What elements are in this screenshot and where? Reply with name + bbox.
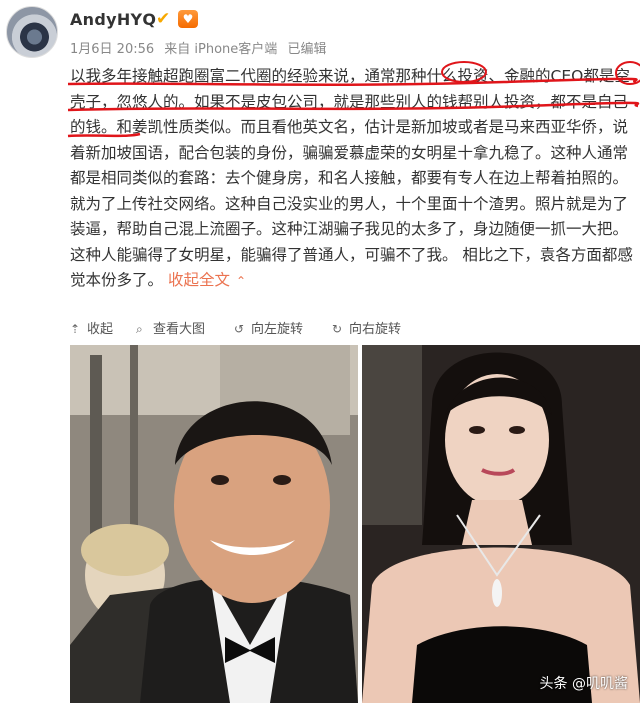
post-text: 以我多年接触超跑圈富二代圈的经验来说，通常那种什么投资、金融的CEO都是空壳子，… [70,67,633,289]
avatar[interactable] [6,6,58,58]
rotate-right-icon: ↻ [332,322,343,336]
weibo-post: AndyHYQ ✔ ♥ 1月6日 20:56 来自 iPhone客户端 已编辑 … [0,0,640,703]
fan-badge-icon[interactable]: ♥ [178,10,198,28]
collapse-button[interactable]: ⇡ 收起 [70,318,113,337]
rotate-right-button[interactable]: ↻ 向右旋转 [332,318,401,337]
chevron-up-icon: ⌃ [235,274,247,288]
collapse-up-icon: ⇡ [70,322,81,336]
username[interactable]: AndyHYQ [70,10,156,29]
watermark: 头条 @叽叽酱 [539,676,628,692]
post-meta: 1月6日 20:56 来自 iPhone客户端 已编辑 [70,38,332,57]
view-large-button[interactable]: ⌕ 查看大图 [136,318,205,337]
rotate-left-button[interactable]: ↺ 向左旋转 [234,318,303,337]
photo-woman-dress[interactable]: 头条 @叽叽酱 [362,345,640,703]
rotate-left-icon: ↺ [234,322,245,336]
post-source: 来自 iPhone客户端 [164,42,278,57]
magnify-icon: ⌕ [136,322,143,336]
post-body: 以我多年接触超跑圈富二代圈的经验来说，通常那种什么投资、金融的CEO都是空壳子，… [70,64,636,295]
collapse-link[interactable]: 收起全文 ⌃ [168,271,246,289]
image-toolbar: ⇡ 收起 ⌕ 查看大图 ↺ 向左旋转 ↻ 向右旋转 [70,314,636,340]
post-date: 1月6日 20:56 [70,42,155,57]
post-header: AndyHYQ ✔ ♥ 1月6日 20:56 来自 iPhone客户端 已编辑 [0,0,640,62]
edited-label[interactable]: 已编辑 [287,42,326,57]
collapse-label: 收起全文 [167,271,230,289]
photo-man-tuxedo[interactable] [70,345,358,703]
v-badge-icon: ✔ [156,9,171,29]
